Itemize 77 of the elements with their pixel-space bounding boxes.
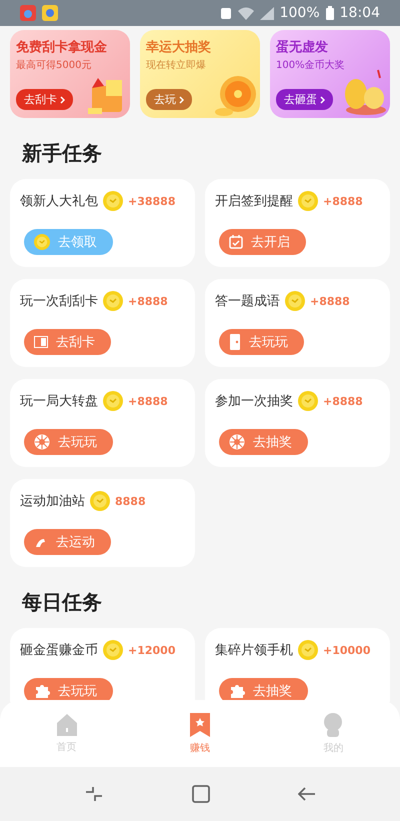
banner-button[interactable]: 去砸蛋 <box>276 89 333 110</box>
coin-icon <box>103 191 123 211</box>
recent-apps-icon[interactable] <box>84 786 104 802</box>
signal-icon <box>260 6 274 20</box>
task-button[interactable]: 去玩玩 <box>24 429 113 455</box>
coin-icon <box>298 640 318 660</box>
coin-icon <box>298 191 318 211</box>
task-title: 玩一次刮刮卡 <box>20 293 98 310</box>
banner-button[interactable]: 去刮卡 <box>16 89 73 110</box>
task-title: 运动加油站 <box>20 493 85 510</box>
promo-banner[interactable]: 蛋无虚发 100%金币大奖 去砸蛋 <box>270 30 390 118</box>
task-button[interactable]: 去领取 <box>24 229 113 255</box>
section-title: 新手任务 <box>22 140 103 167</box>
app-notification-icon <box>20 5 36 21</box>
banner-subtitle: 最高可得5000元 <box>16 58 92 72</box>
app-notification-icon <box>42 5 58 21</box>
wheel-icon <box>229 434 245 450</box>
task-title: 开启签到提醒 <box>215 193 293 210</box>
task-button[interactable]: 去玩玩 <box>219 329 304 355</box>
banner-subtitle: 100%金币大奖 <box>276 58 346 72</box>
reward-amount: +10000 <box>323 644 370 656</box>
battery-percent: 100% <box>280 5 320 21</box>
promo-banner[interactable]: 幸运大抽奖 现在转立即爆 去玩 <box>140 30 260 118</box>
coin-icon <box>103 391 123 411</box>
banner-subtitle: 现在转立即爆 <box>146 58 207 72</box>
task-button[interactable]: 去刮卡 <box>24 329 111 355</box>
reward-amount: +38888 <box>128 194 176 208</box>
alarm-icon <box>220 6 232 20</box>
task-title: 领新人大礼包 <box>20 193 98 210</box>
task-title: 答一题成语 <box>215 293 280 310</box>
person-icon <box>323 712 344 736</box>
coin-icon <box>285 291 305 311</box>
wifi-icon <box>238 6 254 20</box>
reward-amount: +8888 <box>128 294 168 308</box>
banner-title: 蛋无虚发 <box>276 39 329 56</box>
back-icon[interactable] <box>298 787 316 801</box>
coin-icon <box>103 640 123 660</box>
banner-title: 免费刮卡拿现金 <box>16 39 108 56</box>
chevron-icon <box>320 96 325 104</box>
section-title: 每日任务 <box>22 589 103 616</box>
task-title: 砸金蛋赚金币 <box>20 642 98 659</box>
wheel-icon <box>34 434 50 450</box>
reward-amount: +8888 <box>128 394 168 408</box>
reward-amount: +8888 <box>323 394 363 408</box>
home-icon <box>56 714 77 736</box>
coin-icon <box>34 234 50 250</box>
task-button[interactable]: 去运动 <box>24 529 111 555</box>
task-title: 集碎片领手机 <box>215 642 293 659</box>
task-button[interactable]: 去抽奖 <box>219 678 308 702</box>
task-button[interactable]: 去抽奖 <box>219 429 308 455</box>
promo-banner[interactable]: 免费刮卡拿现金 最高可得5000元 去刮卡 <box>10 30 130 118</box>
banner-title: 幸运大抽奖 <box>146 39 212 56</box>
coin-icon <box>103 291 123 311</box>
task-button[interactable]: 去开启 <box>219 229 306 255</box>
task-button[interactable]: 去玩玩 <box>24 678 113 702</box>
home-button-icon[interactable] <box>192 785 210 803</box>
puzzle-icon <box>229 683 245 699</box>
nav-tab[interactable]: 赚钱 <box>133 700 267 767</box>
coin-icon <box>90 491 110 511</box>
banner-button[interactable]: 去玩 <box>146 89 192 110</box>
task-title: 玩一局大转盘 <box>20 393 98 410</box>
puzzle-icon <box>34 683 50 699</box>
coin-icon <box>298 391 318 411</box>
reward-amount: +8888 <box>323 194 363 208</box>
reward-amount: 8888 <box>115 494 146 508</box>
bookmark-icon <box>190 712 210 736</box>
calendar-icon <box>229 235 243 249</box>
card-icon <box>34 336 48 348</box>
reward-amount: +8888 <box>310 294 350 308</box>
task-title: 参加一次抽奖 <box>215 393 293 410</box>
chevron-icon <box>60 96 65 104</box>
battery-icon <box>326 6 334 20</box>
chevron-icon <box>179 96 184 104</box>
reward-amount: +12000 <box>128 644 176 656</box>
door-icon <box>229 334 241 350</box>
clock-time: 18:04 <box>340 5 380 21</box>
arm-icon <box>34 536 48 548</box>
